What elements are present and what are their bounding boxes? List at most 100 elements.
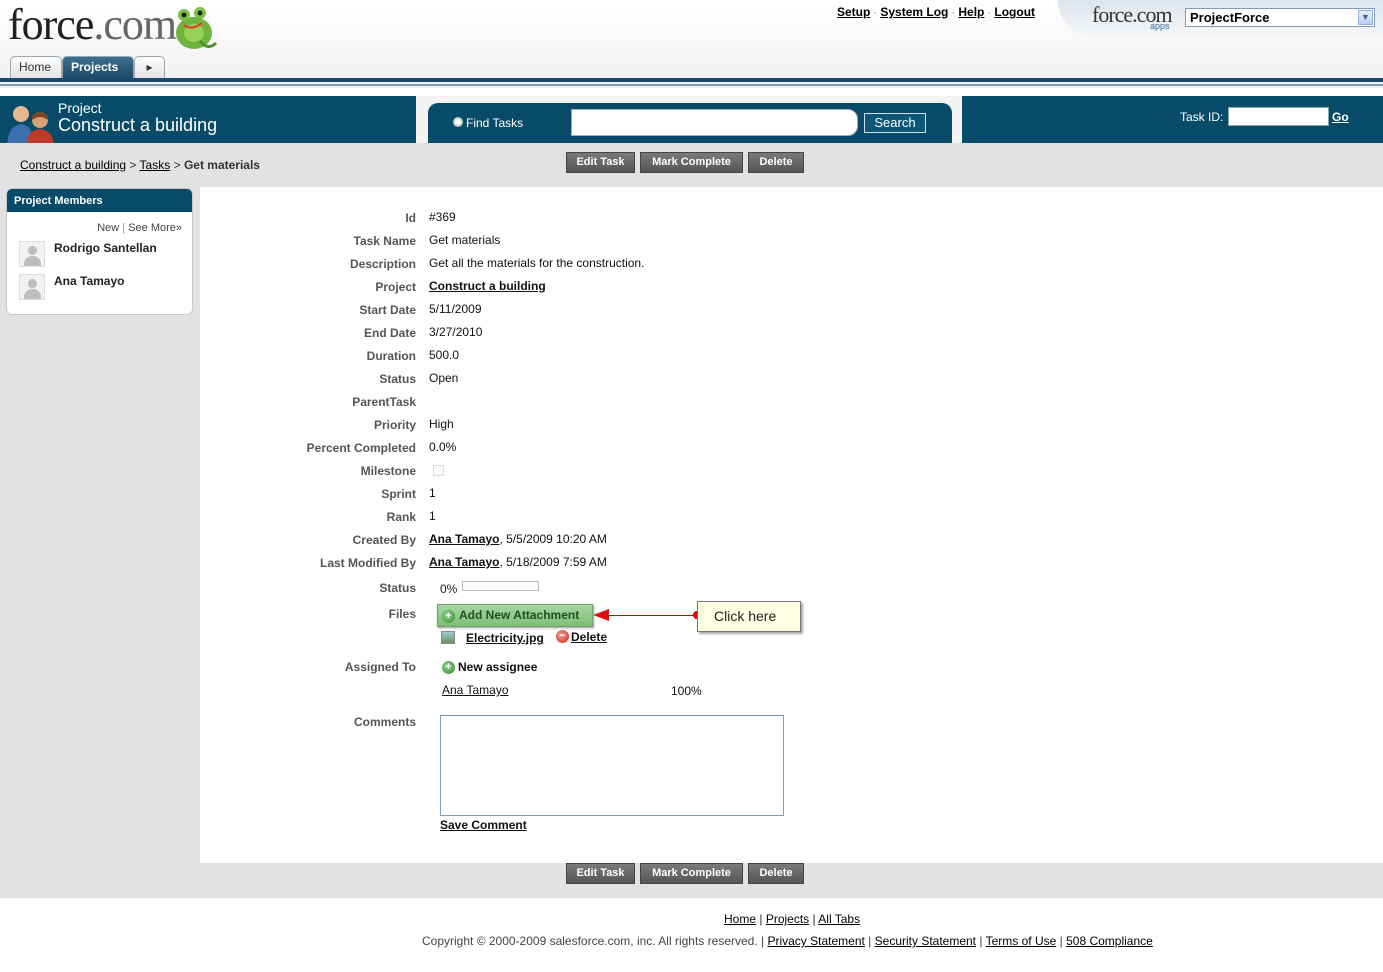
apps-sublabel: apps: [1150, 21, 1170, 31]
new-assignee-link[interactable]: New assignee: [458, 660, 537, 674]
see-more-link[interactable]: See More»: [128, 222, 182, 234]
task-id-input[interactable]: [1228, 107, 1329, 126]
logout-link[interactable]: Logout: [994, 5, 1035, 19]
modified-by-date: , 5/18/2009 7:59 AM: [499, 555, 607, 569]
find-tasks-text: Find Tasks: [466, 116, 524, 130]
label-percent-completed: Percent Completed: [306, 441, 416, 455]
progress-percent: 0%: [440, 582, 458, 596]
footer-projects-link[interactable]: Projects: [766, 912, 809, 926]
value-sprint: 1: [429, 486, 436, 500]
chevron-down-icon[interactable]: ▼: [1358, 10, 1373, 25]
project-members-panel: Project Members New | See More» Rodrigo …: [6, 188, 193, 315]
file-link[interactable]: Electricity.jpg: [466, 631, 544, 645]
mark-complete-button[interactable]: Mark Complete: [640, 863, 743, 884]
label-parent-task: ParentTask: [352, 395, 416, 409]
comments-textarea[interactable]: [440, 715, 784, 816]
copyright-text: Copyright © 2000-2009 salesforce.com, in…: [422, 934, 765, 948]
compliance-link[interactable]: 508 Compliance: [1066, 934, 1153, 948]
save-comment-link[interactable]: Save Comment: [440, 818, 527, 832]
go-link[interactable]: Go: [1332, 110, 1349, 124]
terms-link[interactable]: Terms of Use: [986, 934, 1057, 948]
value-rank: 1: [429, 509, 436, 523]
project-label: Project: [58, 100, 102, 116]
member-name: Ana Tamayo: [54, 274, 125, 288]
help-link[interactable]: Help: [958, 5, 984, 19]
image-file-icon: [441, 631, 455, 644]
progress-bar: [462, 581, 539, 591]
app-selector[interactable]: ProjectForce ▼: [1185, 8, 1375, 27]
label-last-modified-by: Last Modified By: [319, 556, 416, 570]
breadcrumb: Construct a building > Tasks > Get mater…: [20, 158, 260, 172]
label-created-by: Created By: [352, 533, 416, 547]
search-button[interactable]: Search: [864, 113, 926, 133]
value-id: #369: [429, 210, 456, 224]
copyright-line: Copyright © 2000-2009 salesforce.com, in…: [422, 934, 1153, 948]
tab-home[interactable]: Home: [10, 56, 62, 78]
milestone-checkbox: [433, 465, 444, 476]
value-description: Get all the materials for the constructi…: [429, 256, 645, 270]
modified-by-user-link[interactable]: Ana Tamayo: [429, 555, 499, 569]
footer-all-tabs-link[interactable]: All Tabs: [818, 912, 860, 926]
breadcrumb-separator: >: [173, 158, 181, 172]
delete-file-link[interactable]: Delete: [571, 630, 607, 644]
label-comments: Comments: [353, 715, 416, 729]
find-tasks-label: Find Tasks: [444, 109, 571, 136]
mark-complete-button[interactable]: Mark Complete: [640, 152, 743, 173]
security-link[interactable]: Security Statement: [875, 934, 976, 948]
add-attachment-button[interactable]: + Add New Attachment: [437, 604, 593, 627]
task-id-label: Task ID:: [1180, 110, 1224, 124]
project-people-icon: [7, 106, 54, 146]
project-link[interactable]: Construct a building: [429, 279, 546, 293]
label-duration: Duration: [366, 349, 416, 363]
add-attachment-label: Add New Attachment: [459, 608, 580, 622]
value-priority: High: [429, 417, 454, 431]
delete-task-button[interactable]: Delete: [748, 152, 804, 173]
value-task-name: Get materials: [429, 233, 501, 247]
label-start-date: Start Date: [359, 303, 416, 317]
label-description: Description: [349, 257, 416, 271]
delete-icon[interactable]: −: [556, 629, 569, 643]
value-last-modified-by: Ana Tamayo, 5/18/2009 7:59 AM: [429, 555, 607, 569]
mascot-logo-icon: [176, 7, 218, 49]
assignee-percent: 100%: [671, 684, 702, 698]
project-name: Construct a building: [58, 115, 218, 135]
label-project: Project: [375, 280, 416, 294]
value-percent-completed: 0.0%: [429, 440, 457, 454]
top-links: Setup · System Log · Help · Logout: [837, 5, 1036, 19]
radio-icon: [453, 117, 463, 127]
search-input[interactable]: [571, 109, 858, 136]
privacy-link[interactable]: Privacy Statement: [767, 934, 864, 948]
new-member-link[interactable]: New: [97, 222, 119, 234]
label-assigned-to: Assigned To: [344, 660, 416, 674]
value-end-date: 3/27/2010: [429, 325, 483, 339]
footer-home-link[interactable]: Home: [724, 912, 756, 926]
app-selector-value: ProjectForce: [1190, 10, 1270, 25]
breadcrumb-project-link[interactable]: Construct a building: [20, 158, 126, 172]
created-by-date: , 5/5/2009 10:20 AM: [499, 532, 607, 546]
force-logo[interactable]: force.com: [8, 0, 177, 50]
avatar: [19, 274, 45, 300]
header-divider: [0, 78, 1383, 82]
tab-more-arrow-icon[interactable]: ▸: [134, 56, 165, 78]
edit-task-button[interactable]: Edit Task: [566, 152, 635, 173]
footer-links: Home | Projects | All Tabs: [724, 912, 861, 926]
value-created-by: Ana Tamayo, 5/5/2009 10:20 AM: [429, 532, 607, 546]
breadcrumb-separator: >: [129, 158, 137, 172]
breadcrumb-tasks-link[interactable]: Tasks: [140, 158, 171, 172]
value-duration: 500.0: [429, 348, 460, 362]
add-icon[interactable]: +: [442, 661, 455, 674]
click-here-callout: Click here: [697, 601, 801, 632]
label-status-progress: Status: [379, 581, 416, 595]
tab-projects[interactable]: Projects: [62, 56, 134, 78]
setup-link[interactable]: Setup: [837, 5, 870, 19]
created-by-user-link[interactable]: Ana Tamayo: [429, 532, 499, 546]
breadcrumb-current: Get materials: [183, 158, 260, 172]
label-status: Status: [379, 372, 416, 386]
delete-task-button[interactable]: Delete: [748, 863, 804, 884]
label-milestone: Milestone: [360, 464, 416, 478]
edit-task-button[interactable]: Edit Task: [566, 863, 635, 884]
callout-line: [608, 615, 696, 616]
assignee-link[interactable]: Ana Tamayo: [442, 683, 509, 697]
members-links: New | See More»: [97, 222, 182, 234]
system-log-link[interactable]: System Log: [880, 5, 948, 19]
